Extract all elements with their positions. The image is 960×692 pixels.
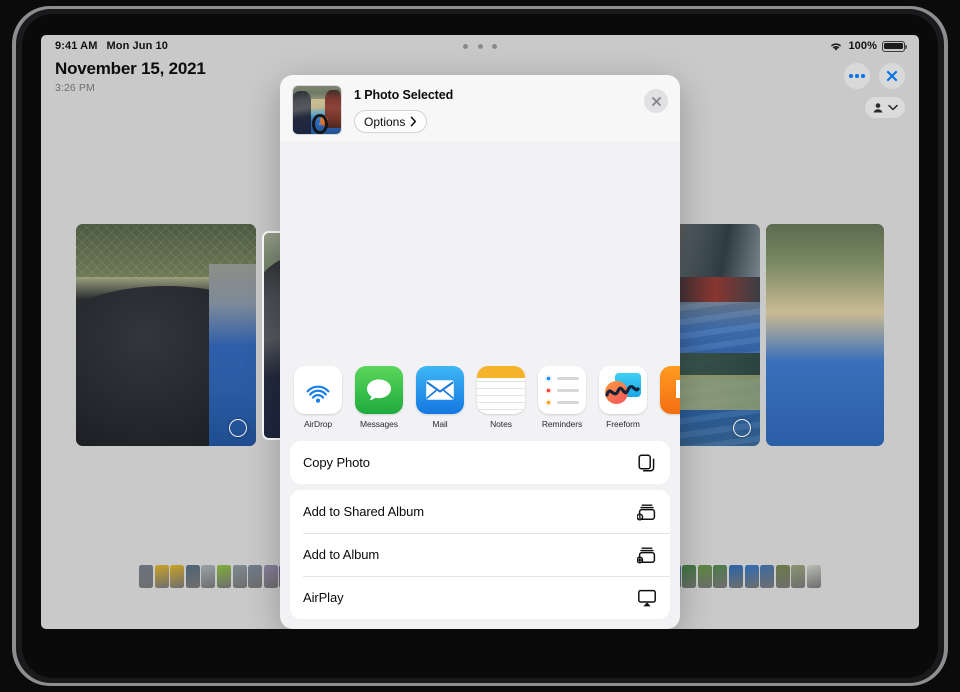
share-app-messages[interactable]: Messages: [355, 366, 403, 429]
chevron-right-icon: [410, 116, 417, 127]
airdrop-icon: [294, 366, 342, 414]
share-app-label: Reminders: [541, 419, 583, 429]
close-button[interactable]: [879, 63, 905, 89]
copy-icon: [637, 453, 657, 473]
share-sheet-title: 1 Photo Selected: [354, 88, 454, 102]
share-sheet-close-button[interactable]: [644, 89, 668, 113]
share-actions-group-secondary: Add to Shared Album Add to Album AirPlay: [290, 490, 670, 619]
mail-icon: [416, 366, 464, 414]
speaker-dots: [463, 44, 497, 49]
wifi-icon: [829, 41, 843, 52]
more-button[interactable]: [844, 63, 870, 89]
battery-percent: 100%: [848, 40, 877, 52]
status-date: Mon Jun 10: [106, 40, 168, 52]
ellipsis-icon: [849, 74, 865, 78]
filmstrip-thumbnail[interactable]: [217, 564, 232, 588]
action-row-copy-photo[interactable]: Copy Photo: [290, 441, 670, 484]
share-app-mail[interactable]: Mail: [416, 366, 464, 429]
share-app-reminders[interactable]: Reminders: [538, 366, 586, 429]
action-row-label: Add to Shared Album: [303, 504, 424, 519]
action-row-label: AirPlay: [303, 590, 344, 605]
share-app-label: AirDrop: [303, 419, 333, 429]
status-time: 9:41 AM: [55, 40, 98, 52]
filmstrip-thumbnail[interactable]: [201, 564, 216, 588]
share-app-label: Freeform: [606, 419, 640, 429]
share-apps-row[interactable]: AirDrop Messages Mail Notes Reminders Fr…: [280, 356, 680, 435]
circle-outline-icon[interactable]: [229, 419, 247, 437]
filmstrip-thumbnail[interactable]: [139, 564, 154, 588]
person-icon: [872, 102, 884, 114]
selected-photo-thumbnail: [292, 85, 342, 135]
circle-outline-icon[interactable]: [733, 419, 751, 437]
reminders-icon: [538, 366, 586, 414]
battery-full-icon: [882, 40, 908, 52]
share-actions-group-primary: Copy Photo: [290, 441, 670, 484]
freeform-icon: [599, 366, 647, 414]
photo-next-partial[interactable]: [766, 224, 884, 446]
filmstrip-thumbnail[interactable]: [728, 564, 743, 588]
header-actions: [844, 63, 905, 89]
ipad-screen: 9:41 AM Mon Jun 10 100% November 15, 202…: [41, 35, 919, 629]
close-x-icon: [885, 69, 899, 83]
filmstrip-thumbnail[interactable]: [263, 564, 278, 588]
filmstrip-thumbnail[interactable]: [713, 564, 728, 588]
share-sheet: 1 Photo Selected Options AirDrop Message…: [280, 75, 680, 629]
close-x-icon: [651, 96, 662, 107]
filmstrip-thumbnail[interactable]: [185, 564, 200, 588]
photo-previous[interactable]: [76, 224, 256, 446]
share-app-label: Notes: [490, 419, 512, 429]
ipad-device: 9:41 AM Mon Jun 10 100% November 15, 202…: [0, 0, 960, 692]
share-sheet-header: 1 Photo Selected Options: [280, 75, 680, 141]
options-label: Options: [364, 114, 406, 129]
filmstrip-thumbnail[interactable]: [232, 564, 247, 588]
filmstrip-thumbnail[interactable]: [744, 564, 759, 588]
action-row-add-to-album[interactable]: Add to Album: [290, 533, 670, 576]
filmstrip-thumbnail[interactable]: [806, 564, 821, 588]
action-row-label: Copy Photo: [303, 455, 370, 470]
share-app-airdrop[interactable]: AirDrop: [294, 366, 342, 429]
share-sheet-photo-passthrough: [280, 145, 680, 356]
action-row-airplay[interactable]: AirPlay: [290, 576, 670, 619]
filmstrip-thumbnail[interactable]: [791, 564, 806, 588]
add-album-icon: [637, 545, 657, 565]
chevron-down-icon: [888, 104, 898, 111]
books-icon: [660, 366, 680, 414]
action-row-label: Add to Album: [303, 547, 380, 562]
filmstrip-thumbnail[interactable]: [170, 564, 185, 588]
filmstrip-thumbnail[interactable]: [682, 564, 697, 588]
action-row-add-to-shared-album[interactable]: Add to Shared Album: [290, 490, 670, 533]
filmstrip-thumbnail[interactable]: [154, 564, 169, 588]
filmstrip-thumbnail[interactable]: [697, 564, 712, 588]
share-app-freeform[interactable]: Freeform: [599, 366, 647, 429]
share-app-b[interactable]: B: [660, 366, 680, 429]
filmstrip-thumbnail[interactable]: [775, 564, 790, 588]
messages-icon: [355, 366, 403, 414]
shared-album-icon: [637, 502, 657, 522]
share-app-label: Messages: [360, 419, 398, 429]
airplay-icon: [637, 588, 657, 608]
filmstrip-thumbnail[interactable]: [760, 564, 775, 588]
filmstrip-thumbnail[interactable]: [248, 564, 263, 588]
options-button[interactable]: Options: [354, 110, 428, 133]
notes-icon: [477, 366, 525, 414]
share-app-label: Mail: [432, 419, 448, 429]
share-app-notes[interactable]: Notes: [477, 366, 525, 429]
